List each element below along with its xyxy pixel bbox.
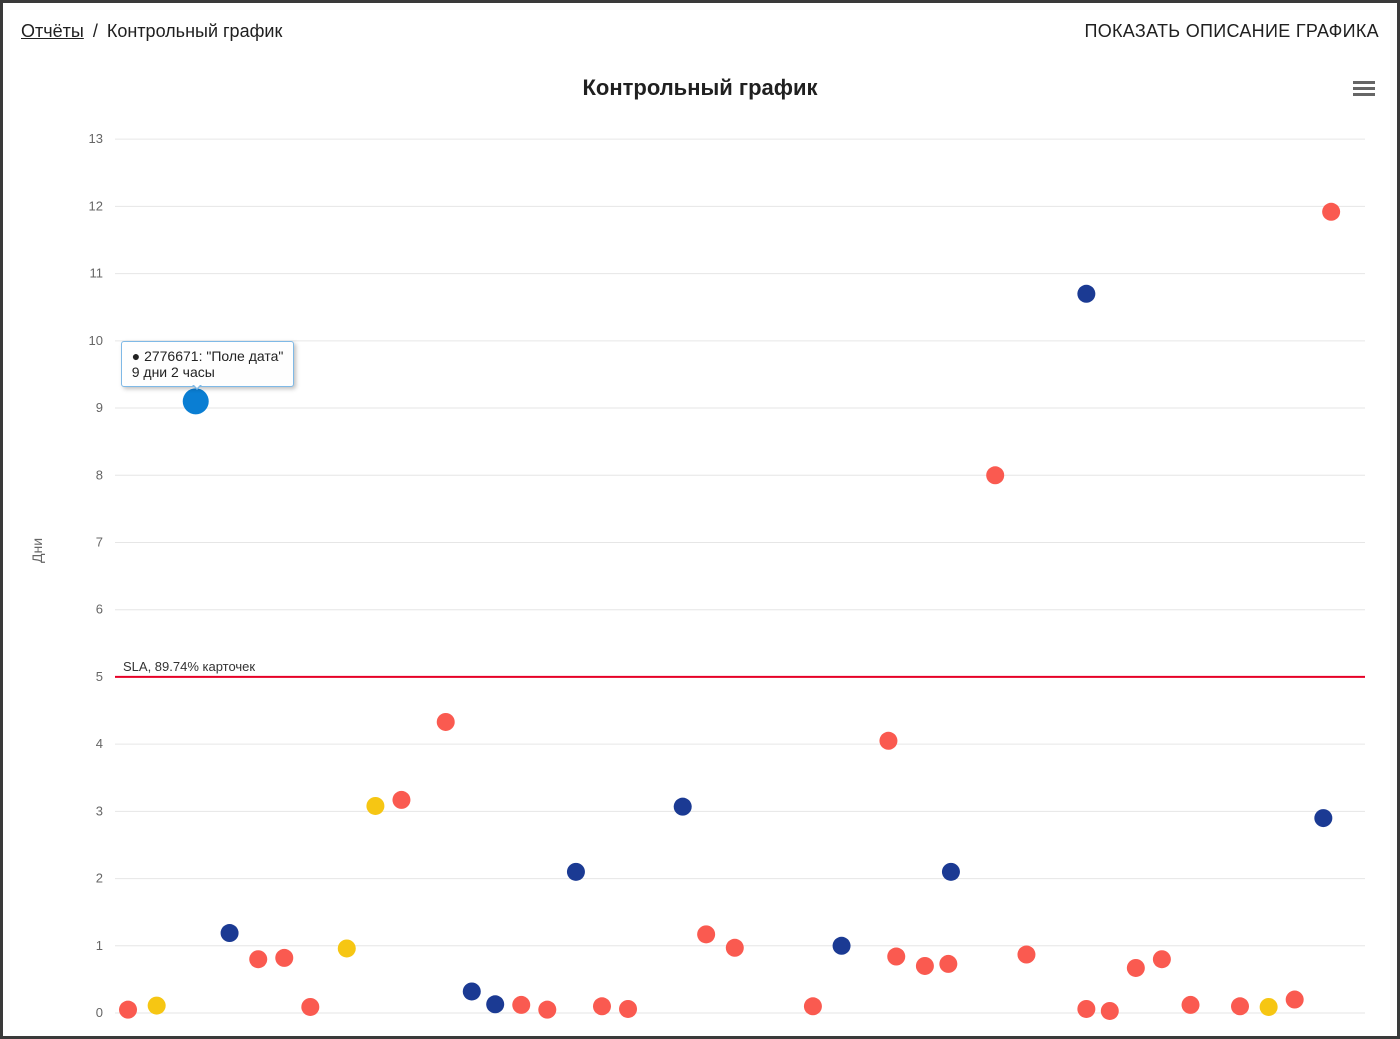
chart-point[interactable] [1260,998,1278,1016]
chart-tooltip: ● 2776671: "Поле дата" 9 дни 2 часы [121,341,295,387]
chart-point[interactable] [1017,946,1035,964]
chart-point[interactable] [1314,809,1332,827]
breadcrumb-sep: / [93,21,98,41]
tooltip-line2: 9 дни 2 часы [132,364,284,380]
svg-text:5: 5 [96,669,103,684]
svg-text:12: 12 [89,198,103,213]
chart-point[interactable] [593,997,611,1015]
chart-point[interactable] [619,1000,637,1018]
svg-text:0: 0 [96,1005,103,1020]
chart-point[interactable] [674,798,692,816]
chart-point[interactable] [567,863,585,881]
svg-text:3: 3 [96,803,103,818]
svg-text:1: 1 [96,938,103,953]
svg-text:10: 10 [89,333,103,348]
chart-point[interactable] [486,995,504,1013]
svg-text:13: 13 [89,131,103,146]
chart-point[interactable] [1101,1002,1119,1020]
chart-point[interactable] [887,948,905,966]
svg-text:SLA, 89.74% карточек: SLA, 89.74% карточек [123,659,255,674]
chart-point[interactable] [301,998,319,1016]
chart-point[interactable] [986,466,1004,484]
chart-point[interactable] [939,955,957,973]
chart-point[interactable] [1322,203,1340,221]
tooltip-line1: ● 2776671: "Поле дата" [132,348,284,364]
chart-point[interactable] [1231,997,1249,1015]
chart-point[interactable] [148,997,166,1015]
svg-text:11: 11 [90,266,104,281]
chart-point[interactable] [275,949,293,967]
y-axis-label: Дни [29,538,45,563]
chart-point[interactable] [1153,950,1171,968]
svg-text:4: 4 [96,736,103,751]
chart-plot-area[interactable]: 012345678910111213SLA, 89.74% карточек [85,111,1375,1023]
chart-point[interactable] [916,957,934,975]
chart-point[interactable] [119,1001,137,1019]
chart-point[interactable] [1286,991,1304,1009]
chart-point[interactable] [366,797,384,815]
chart-point[interactable] [804,997,822,1015]
breadcrumb-current: Контрольный график [107,21,282,41]
chart-point[interactable] [338,939,356,957]
chart-point[interactable] [879,732,897,750]
chart-point[interactable] [249,950,267,968]
chart-point[interactable] [437,713,455,731]
chart-point[interactable] [463,982,481,1000]
chart-point[interactable] [833,937,851,955]
chart-menu-icon[interactable] [1353,81,1375,99]
chart-point[interactable] [538,1001,556,1019]
chart-point[interactable] [221,924,239,942]
chart-point[interactable] [1182,996,1200,1014]
breadcrumb-root[interactable]: Отчёты [21,21,84,41]
svg-text:2: 2 [96,871,103,886]
chart-title: Контрольный график [3,75,1397,101]
chart-point[interactable] [512,996,530,1014]
breadcrumb: Отчёты / Контрольный график [21,21,282,42]
chart-point[interactable] [1077,285,1095,303]
show-description-button[interactable]: ПОКАЗАТЬ ОПИСАНИЕ ГРАФИКА [1084,21,1379,42]
svg-text:8: 8 [96,467,103,482]
svg-text:6: 6 [96,602,103,617]
chart-point[interactable] [726,939,744,957]
chart-point[interactable] [392,791,410,809]
svg-text:7: 7 [96,534,103,549]
svg-text:9: 9 [96,400,103,415]
chart-point[interactable] [1077,1000,1095,1018]
chart-point[interactable] [1127,959,1145,977]
chart-point[interactable] [697,925,715,943]
chart-point[interactable] [942,863,960,881]
